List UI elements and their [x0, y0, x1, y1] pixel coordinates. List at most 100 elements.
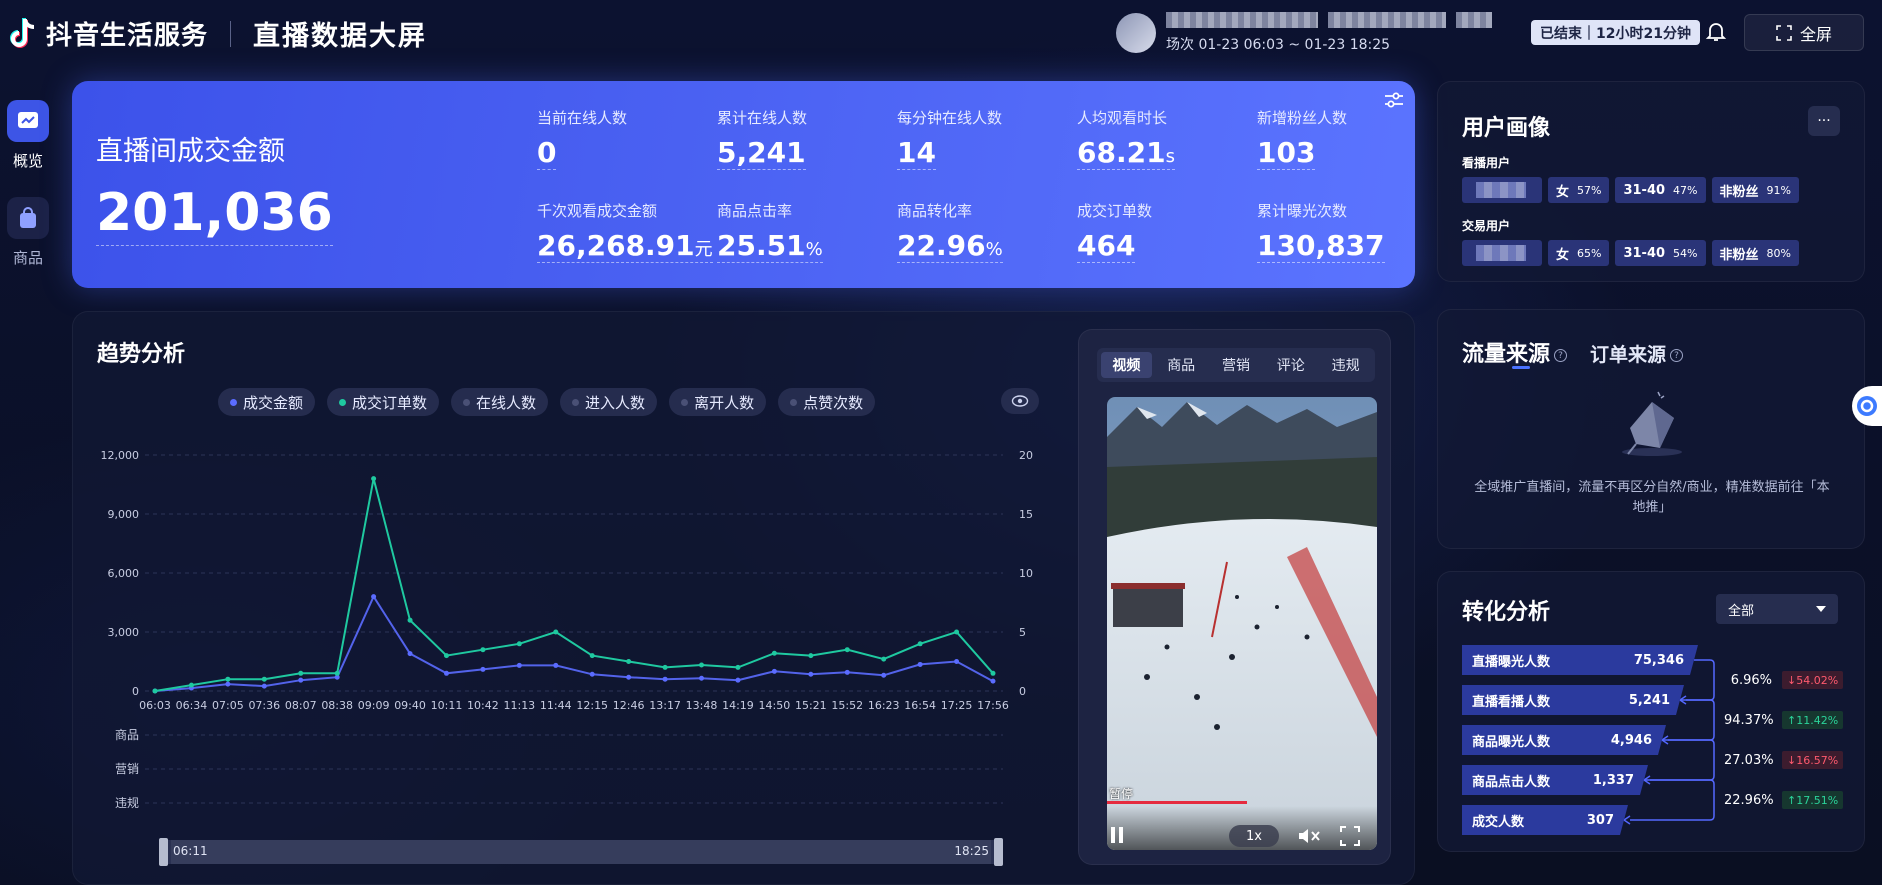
help-icon[interactable]: ? [1554, 348, 1568, 362]
kpi-value[interactable]: 22.96% [897, 229, 1003, 263]
pause-icon[interactable] [1109, 825, 1125, 845]
funnel-value: 4,946 [1610, 732, 1652, 748]
kpi-label: 成交订单数 [1077, 202, 1153, 220]
kpi-number: 5,241 [717, 136, 806, 169]
video-tab[interactable]: 营销 [1211, 352, 1262, 378]
rate-change-badge: ↑17.51% [1782, 791, 1844, 809]
more-options-button[interactable]: ··· [1808, 106, 1840, 136]
y-right-tick-label: 15 [1019, 508, 1033, 521]
video-tab[interactable]: 评论 [1265, 352, 1316, 378]
bell-icon[interactable] [1704, 19, 1728, 43]
kpi-value[interactable]: 25.51% [717, 229, 823, 263]
kpi-value[interactable]: 68.21s [1077, 136, 1175, 170]
kpi-label: 千次观看成交金额 [537, 202, 658, 220]
fullscreen-label: 全屏 [1799, 24, 1832, 44]
video-tab[interactable]: 视频 [1101, 352, 1152, 378]
funnel-step[interactable]: 直播看播人数 5,241 [1462, 685, 1684, 715]
redacted-region-chip [1462, 240, 1542, 266]
conversion-rate: 6.96% ↓54.02% [1724, 671, 1844, 689]
x-tick-label: 17:25 [941, 699, 973, 712]
tab-order-source[interactable]: 订单来源? [1590, 340, 1684, 367]
persona-row-buyers: 女 65% 31-40 54% 非粉丝 80% [1462, 240, 1799, 266]
series-point [844, 669, 850, 675]
series-point [954, 629, 960, 635]
y-right-tick-label: 0 [1019, 685, 1026, 698]
nav-item-overview[interactable]: 概览 [0, 100, 56, 171]
header-divider [230, 20, 232, 47]
kpi-value[interactable]: 0 [537, 136, 557, 170]
video-tab[interactable]: 商品 [1156, 352, 1207, 378]
playback-speed-button[interactable]: 1x [1229, 825, 1279, 847]
nav-label-overview: 概览 [12, 152, 43, 170]
x-tick-label: 10:42 [467, 699, 499, 712]
tab-traffic-source[interactable]: 流量来源? [1462, 336, 1568, 368]
host-name-redacted [1166, 12, 1492, 28]
conversion-rate: 22.96% ↑17.51% [1724, 791, 1844, 809]
kpi-value[interactable]: 130,837 [1257, 229, 1385, 263]
time-range-slider[interactable]: 06:11 18:25 [159, 838, 1003, 866]
kpi-value[interactable]: 26,268.91元 [537, 229, 713, 263]
video-frame-ski-slope [1107, 397, 1377, 850]
fullscreen-button[interactable]: 全屏 [1744, 14, 1864, 51]
chart-trend-icon [7, 100, 49, 142]
kpi-value[interactable]: 464 [1077, 229, 1136, 263]
y-left-tick-label: 0 [132, 685, 139, 698]
funnel-step[interactable]: 成交人数 307 [1462, 805, 1628, 835]
chip-name: 女 [1556, 184, 1570, 200]
series-point [881, 656, 887, 662]
funnel-step[interactable]: 商品曝光人数 4,946 [1462, 725, 1666, 755]
series-point [735, 677, 741, 683]
sliders-settings-icon[interactable] [1381, 87, 1407, 113]
help-icon[interactable]: ? [1670, 349, 1684, 362]
conversion-rate: 94.37% ↑11.42% [1724, 711, 1844, 729]
shopping-bag-icon [7, 197, 49, 239]
series-point [990, 670, 996, 676]
chip-pct: 91% [1766, 183, 1791, 197]
slider-track [171, 840, 991, 864]
series-line-orders [154, 478, 994, 692]
x-tick-label: 16:23 [868, 699, 900, 712]
kpi-value[interactable]: 14 [897, 136, 936, 170]
series-point [808, 653, 814, 659]
nav-item-products[interactable]: 商品 [0, 197, 56, 268]
event-row-label: 营销 [115, 762, 139, 776]
x-tick-label: 07:05 [212, 699, 244, 712]
funnel-value: 5,241 [1628, 692, 1670, 708]
kpi-label: 人均观看时长 [1077, 109, 1168, 127]
series-point [662, 664, 668, 670]
kpi-unit: % [985, 239, 1003, 260]
traffic-source-panel: 流量来源? 订单来源? 全域推广直播间，流量不再区分自然/商业，精准数据前往「本… [1437, 309, 1865, 549]
kpi-cell: 商品点击率 25.51% [717, 200, 897, 263]
x-tick-label: 14:50 [759, 699, 791, 712]
slider-handle-start[interactable] [159, 838, 168, 866]
gmv-value[interactable]: 201,036 [96, 183, 333, 246]
series-point [881, 672, 887, 678]
funnel-step[interactable]: 直播曝光人数 75,346 [1462, 645, 1698, 675]
x-tick-label: 14:19 [722, 699, 754, 712]
video-tab[interactable]: 违规 [1320, 352, 1371, 378]
series-point [589, 671, 595, 677]
kpi-value[interactable]: 5,241 [717, 136, 806, 170]
series-point [917, 661, 923, 667]
trend-chart[interactable]: 0 3,000 6,000 9,000 12,000 0 5 10 15 20 06:03 06:34… [73, 312, 1073, 832]
kpi-label: 商品点击率 [717, 202, 793, 220]
y-left-tick-label: 12,000 [101, 449, 140, 462]
rate-value: 22.96% [1724, 792, 1774, 808]
slider-handle-end[interactable] [994, 838, 1003, 866]
event-row-label: 商品 [115, 727, 139, 742]
y-left-tick-label: 3,000 [108, 626, 140, 639]
host-avatar [1116, 13, 1156, 53]
series-point [516, 641, 522, 647]
host-info: 场次 01-23 06:03 ~ 01-23 18:25 [1116, 12, 1492, 54]
video-player[interactable]: 暂停 1x [1107, 397, 1377, 850]
fullscreen-icon[interactable] [1340, 826, 1360, 846]
video-progress-bar[interactable] [1107, 801, 1248, 804]
mute-icon[interactable] [1297, 826, 1321, 846]
kpi-value[interactable]: 103 [1257, 136, 1316, 170]
series-point [699, 675, 705, 681]
funnel-step[interactable]: 商品点击人数 1,337 [1462, 765, 1648, 795]
x-tick-label: 08:07 [285, 699, 317, 712]
conversion-panel: 转化分析 全部 直播曝光人数 75,346 直播看播人数 5,241 商品曝光人数 4,9… [1437, 571, 1865, 852]
x-tick-label: 06:34 [176, 699, 208, 712]
live-status-badge: 已结束｜12小时21分钟 [1531, 20, 1700, 45]
